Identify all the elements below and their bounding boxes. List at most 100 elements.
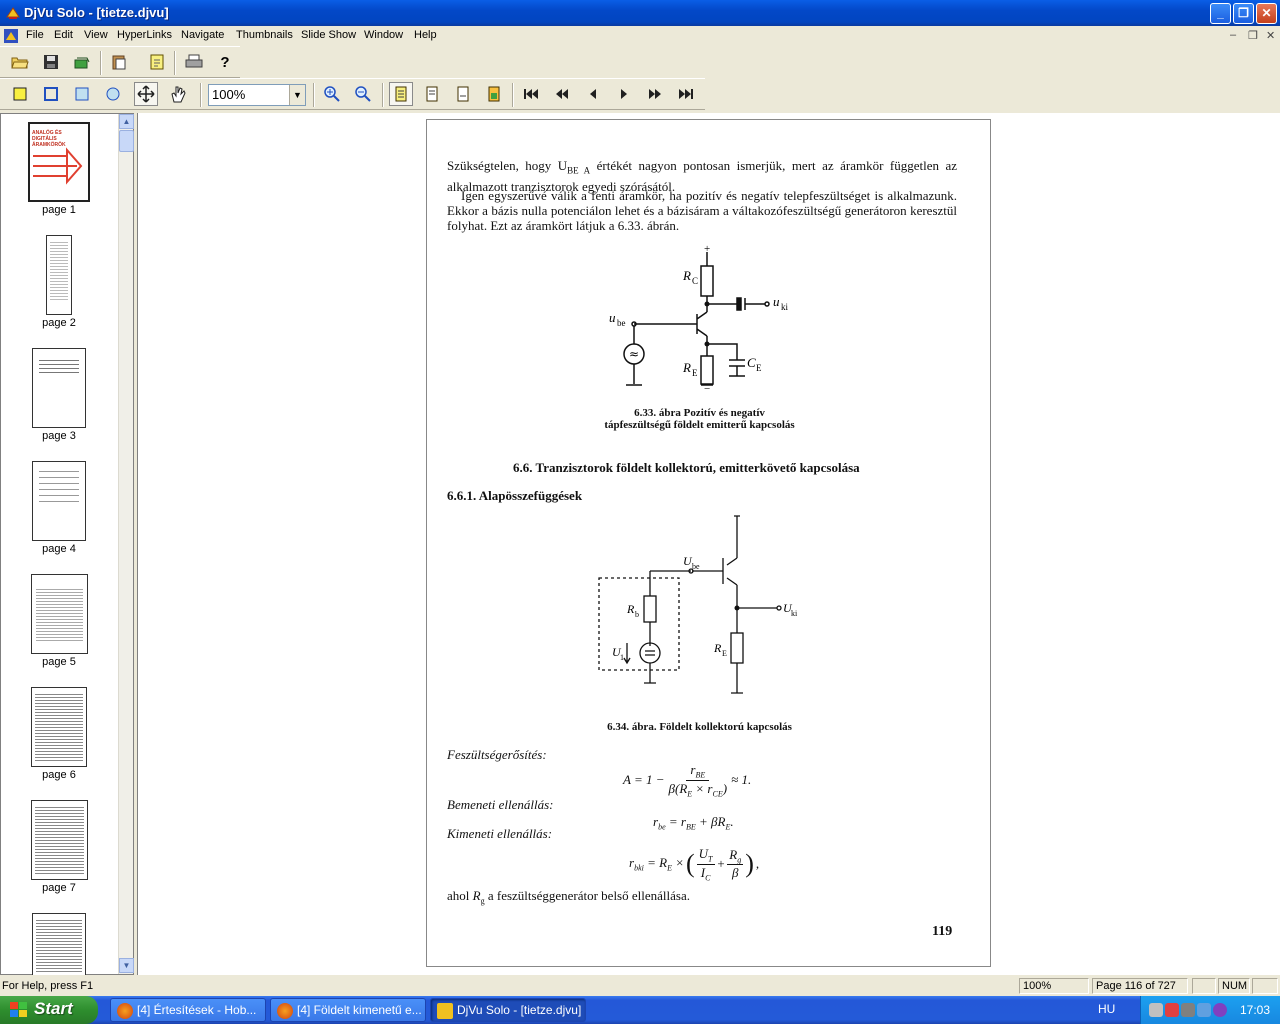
zoom-in-button[interactable] bbox=[320, 82, 344, 106]
firefox-icon bbox=[117, 1003, 133, 1019]
page-number: 119 bbox=[932, 924, 953, 939]
start-button[interactable]: Start bbox=[0, 996, 98, 1024]
menu-window[interactable]: Window bbox=[364, 29, 403, 41]
document-page: Szükségtelen, hogy UBE A értékét nagyon … bbox=[426, 119, 991, 967]
zoom-in-icon bbox=[324, 86, 340, 102]
thumbnail-page-7[interactable] bbox=[31, 800, 88, 880]
scroll-down-icon[interactable]: ▼ bbox=[119, 958, 134, 973]
firefox-icon bbox=[277, 1003, 293, 1019]
taskbar: Start [4] Értesítések - Hob... [4] Földe… bbox=[0, 996, 1280, 1024]
restore-button[interactable]: ❐ bbox=[1233, 3, 1254, 24]
task-firefox-2[interactable]: [4] Földelt kimenetű e... bbox=[270, 998, 426, 1022]
thumbnail-label: page 1 bbox=[42, 204, 76, 216]
language-indicator[interactable]: HU bbox=[1098, 1002, 1115, 1016]
minus-terminal: − bbox=[704, 383, 710, 394]
menu-bar: File Edit View HyperLinks Navigate Thumb… bbox=[0, 26, 1280, 46]
document-viewer[interactable]: Szükségtelen, hogy UBE A értékét nagyon … bbox=[138, 113, 1280, 975]
label-uki: u bbox=[773, 294, 780, 309]
thumbnail-page-6[interactable] bbox=[31, 687, 87, 767]
document-system-icon[interactable] bbox=[3, 28, 19, 44]
select-rect-button[interactable] bbox=[8, 82, 32, 106]
paragraph-2: Igen egyszerűvé válik a fenti áramkör, h… bbox=[447, 188, 957, 233]
thumbnail-scrollbar[interactable]: ▲ ▼ bbox=[118, 114, 134, 974]
select-frame-button[interactable] bbox=[39, 82, 63, 106]
menu-view[interactable]: View bbox=[84, 29, 108, 41]
next-page-button[interactable] bbox=[612, 82, 636, 106]
network-icon[interactable] bbox=[1149, 1003, 1163, 1017]
thumbnail-page-5[interactable] bbox=[31, 574, 88, 654]
task-firefox-1[interactable]: [4] Értesítések - Hob... bbox=[110, 998, 266, 1022]
menu-hyperlinks[interactable]: HyperLinks bbox=[117, 29, 172, 41]
label-rc-sub: C bbox=[692, 276, 698, 286]
label-uki-sub: ki bbox=[781, 302, 789, 312]
menu-navigate[interactable]: Navigate bbox=[181, 29, 224, 41]
thumbnail-page-2[interactable] bbox=[46, 235, 72, 315]
task-djvu[interactable]: DjVu Solo - [tietze.djvu] bbox=[430, 998, 586, 1022]
mdi-restore-button[interactable]: ❐ bbox=[1248, 29, 1258, 42]
scroll-up-icon[interactable]: ▲ bbox=[119, 114, 134, 129]
select-region-button[interactable] bbox=[101, 82, 125, 106]
next-5-pages-button[interactable] bbox=[643, 82, 667, 106]
equation-output: rbki = RE × ( UT IC + Rg β ) , bbox=[629, 846, 760, 883]
label-rb-sub: b bbox=[635, 610, 639, 619]
volume-icon[interactable] bbox=[1181, 1003, 1195, 1017]
label-rb: R bbox=[626, 602, 635, 616]
ellipse-select-icon bbox=[75, 87, 89, 101]
page-continuous-icon bbox=[426, 86, 438, 102]
pan-tool-button[interactable] bbox=[134, 82, 158, 106]
paste-button[interactable] bbox=[107, 50, 131, 74]
thumbnail-page-4[interactable] bbox=[32, 461, 86, 541]
select-ellipse-button[interactable] bbox=[70, 82, 94, 106]
bluetooth-icon[interactable] bbox=[1213, 1003, 1227, 1017]
thumbnail-label: page 4 bbox=[42, 543, 76, 555]
scroll-thumb[interactable] bbox=[119, 130, 134, 152]
windows-logo-icon bbox=[10, 1002, 27, 1017]
shield-icon[interactable] bbox=[1165, 1003, 1179, 1017]
djvu-app-icon bbox=[6, 7, 20, 19]
menu-slide-show[interactable]: Slide Show bbox=[301, 29, 356, 41]
menu-edit[interactable]: Edit bbox=[54, 29, 73, 41]
minimize-button[interactable]: _ bbox=[1210, 3, 1231, 24]
first-page-button[interactable] bbox=[519, 82, 543, 106]
book-view-button[interactable] bbox=[482, 82, 506, 106]
menu-help[interactable]: Help bbox=[414, 29, 437, 41]
save-button[interactable] bbox=[39, 50, 63, 74]
label-voltage-gain: Feszültségerősítés: bbox=[447, 747, 547, 762]
thumbnail-page-3[interactable] bbox=[32, 348, 86, 428]
window-title: DjVu Solo - [tietze.djvu] bbox=[24, 5, 169, 20]
cover-graphic bbox=[33, 147, 83, 185]
display-icon[interactable] bbox=[1197, 1003, 1211, 1017]
label-ce: C bbox=[747, 355, 756, 370]
label-ube-sub: be bbox=[692, 562, 700, 571]
zoom-select[interactable]: 100% ▼ bbox=[208, 84, 306, 106]
label-input-resistance: Bemeneti ellenállás: bbox=[447, 797, 554, 812]
previous-page-button[interactable] bbox=[581, 82, 605, 106]
continuous-button[interactable] bbox=[420, 82, 444, 106]
facing-pages-button[interactable] bbox=[451, 82, 475, 106]
view-toolbar bbox=[0, 78, 705, 110]
zoom-out-button[interactable] bbox=[351, 82, 375, 106]
status-zoom: 100% bbox=[1019, 978, 1089, 994]
open-button[interactable] bbox=[8, 50, 32, 74]
last-page-button[interactable] bbox=[674, 82, 698, 106]
mdi-minimize-button[interactable]: – bbox=[1230, 29, 1236, 41]
previous-5-pages-button[interactable] bbox=[550, 82, 574, 106]
menu-file[interactable]: File bbox=[26, 29, 44, 41]
figure-6-34-circuit: U be R b U 1 R E U ki bbox=[598, 515, 798, 694]
clipboard-icon bbox=[112, 55, 126, 70]
mdi-close-button[interactable]: ✕ bbox=[1266, 29, 1275, 42]
label-re: R bbox=[682, 360, 691, 375]
help-button[interactable]: ? bbox=[213, 50, 237, 74]
print-button[interactable] bbox=[182, 50, 206, 74]
close-button[interactable]: ✕ bbox=[1256, 3, 1277, 24]
thumbnail-page-1[interactable]: ANALÓG ÉS DIGITÁLIS ÁRAMKÖRÖK bbox=[28, 122, 90, 202]
label-ube-sub: be bbox=[617, 318, 626, 328]
export-button[interactable] bbox=[70, 50, 94, 74]
single-page-button[interactable] bbox=[389, 82, 413, 106]
hand-tool-button[interactable] bbox=[166, 82, 190, 106]
chevron-down-icon[interactable]: ▼ bbox=[289, 85, 305, 105]
menu-thumbnails[interactable]: Thumbnails bbox=[236, 29, 293, 41]
thumbnail-label: page 5 bbox=[42, 656, 76, 668]
thumbnail-page-8[interactable] bbox=[32, 913, 86, 975]
page-info-button[interactable] bbox=[145, 50, 169, 74]
